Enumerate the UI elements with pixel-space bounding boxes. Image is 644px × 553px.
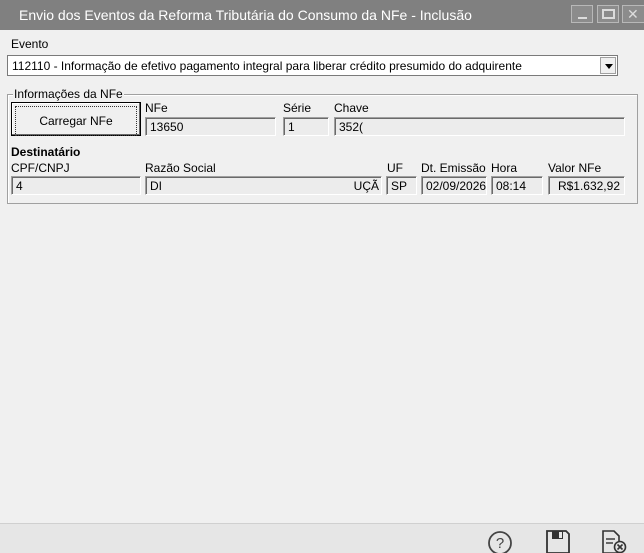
save-icon[interactable] <box>544 527 572 553</box>
serie-field[interactable]: 1 <box>283 117 329 136</box>
title-bar: Envio dos Eventos da Reforma Tributária … <box>0 0 644 30</box>
razao-social-value-end: UÇÃ <box>353 179 379 193</box>
razao-social-field[interactable]: DI UÇÃ <box>145 176 382 195</box>
hora-label: Hora <box>491 161 518 175</box>
chave-field[interactable]: 352( <box>334 117 625 136</box>
chave-label: Chave <box>334 101 369 115</box>
nfe-label: NFe <box>145 101 168 115</box>
evento-label: Evento <box>11 37 49 51</box>
uf-label: UF <box>387 161 403 175</box>
maximize-icon <box>602 9 615 19</box>
svg-text:?: ? <box>496 535 504 552</box>
chevron-down-icon[interactable] <box>600 57 616 74</box>
serie-label: Série <box>283 101 312 115</box>
cpf-field[interactable]: 4 <box>11 176 141 195</box>
load-nfe-button-label: Carregar NFe <box>15 106 137 136</box>
valor-nfe-label: Valor NFe <box>548 161 602 175</box>
dt-emissao-label: Dt. Emissão <box>421 161 486 175</box>
nfe-info-legend: Informações da NFe <box>13 87 124 101</box>
destinatario-heading: Destinatário <box>11 145 81 159</box>
uf-field[interactable]: SP <box>386 176 417 195</box>
minimize-button[interactable] <box>571 5 593 23</box>
valor-nfe-field[interactable]: R$1.632,92 <box>548 176 625 195</box>
load-nfe-button[interactable]: Carregar NFe <box>11 102 141 136</box>
evento-selected-value: 112110 - Informação de efetivo pagamento… <box>12 59 522 73</box>
close-icon: ✕ <box>627 6 639 22</box>
minimize-icon <box>578 17 587 19</box>
razao-social-label: Razão Social <box>145 161 216 175</box>
cancel-icon[interactable] <box>599 527 627 553</box>
help-icon[interactable]: ? <box>486 527 514 553</box>
window-title: Envio dos Eventos da Reforma Tributária … <box>19 7 472 23</box>
razao-social-value-start: DI <box>150 179 162 193</box>
dt-emissao-field[interactable]: 02/09/2026 <box>421 176 487 195</box>
evento-select[interactable]: 112110 - Informação de efetivo pagamento… <box>7 55 618 76</box>
nfe-field[interactable]: 13650 <box>145 117 276 136</box>
hora-field[interactable]: 08:14 <box>491 176 543 195</box>
cpf-label: CPF/CNPJ <box>11 161 70 175</box>
maximize-button[interactable] <box>597 5 619 23</box>
close-button[interactable]: ✕ <box>622 5 644 23</box>
